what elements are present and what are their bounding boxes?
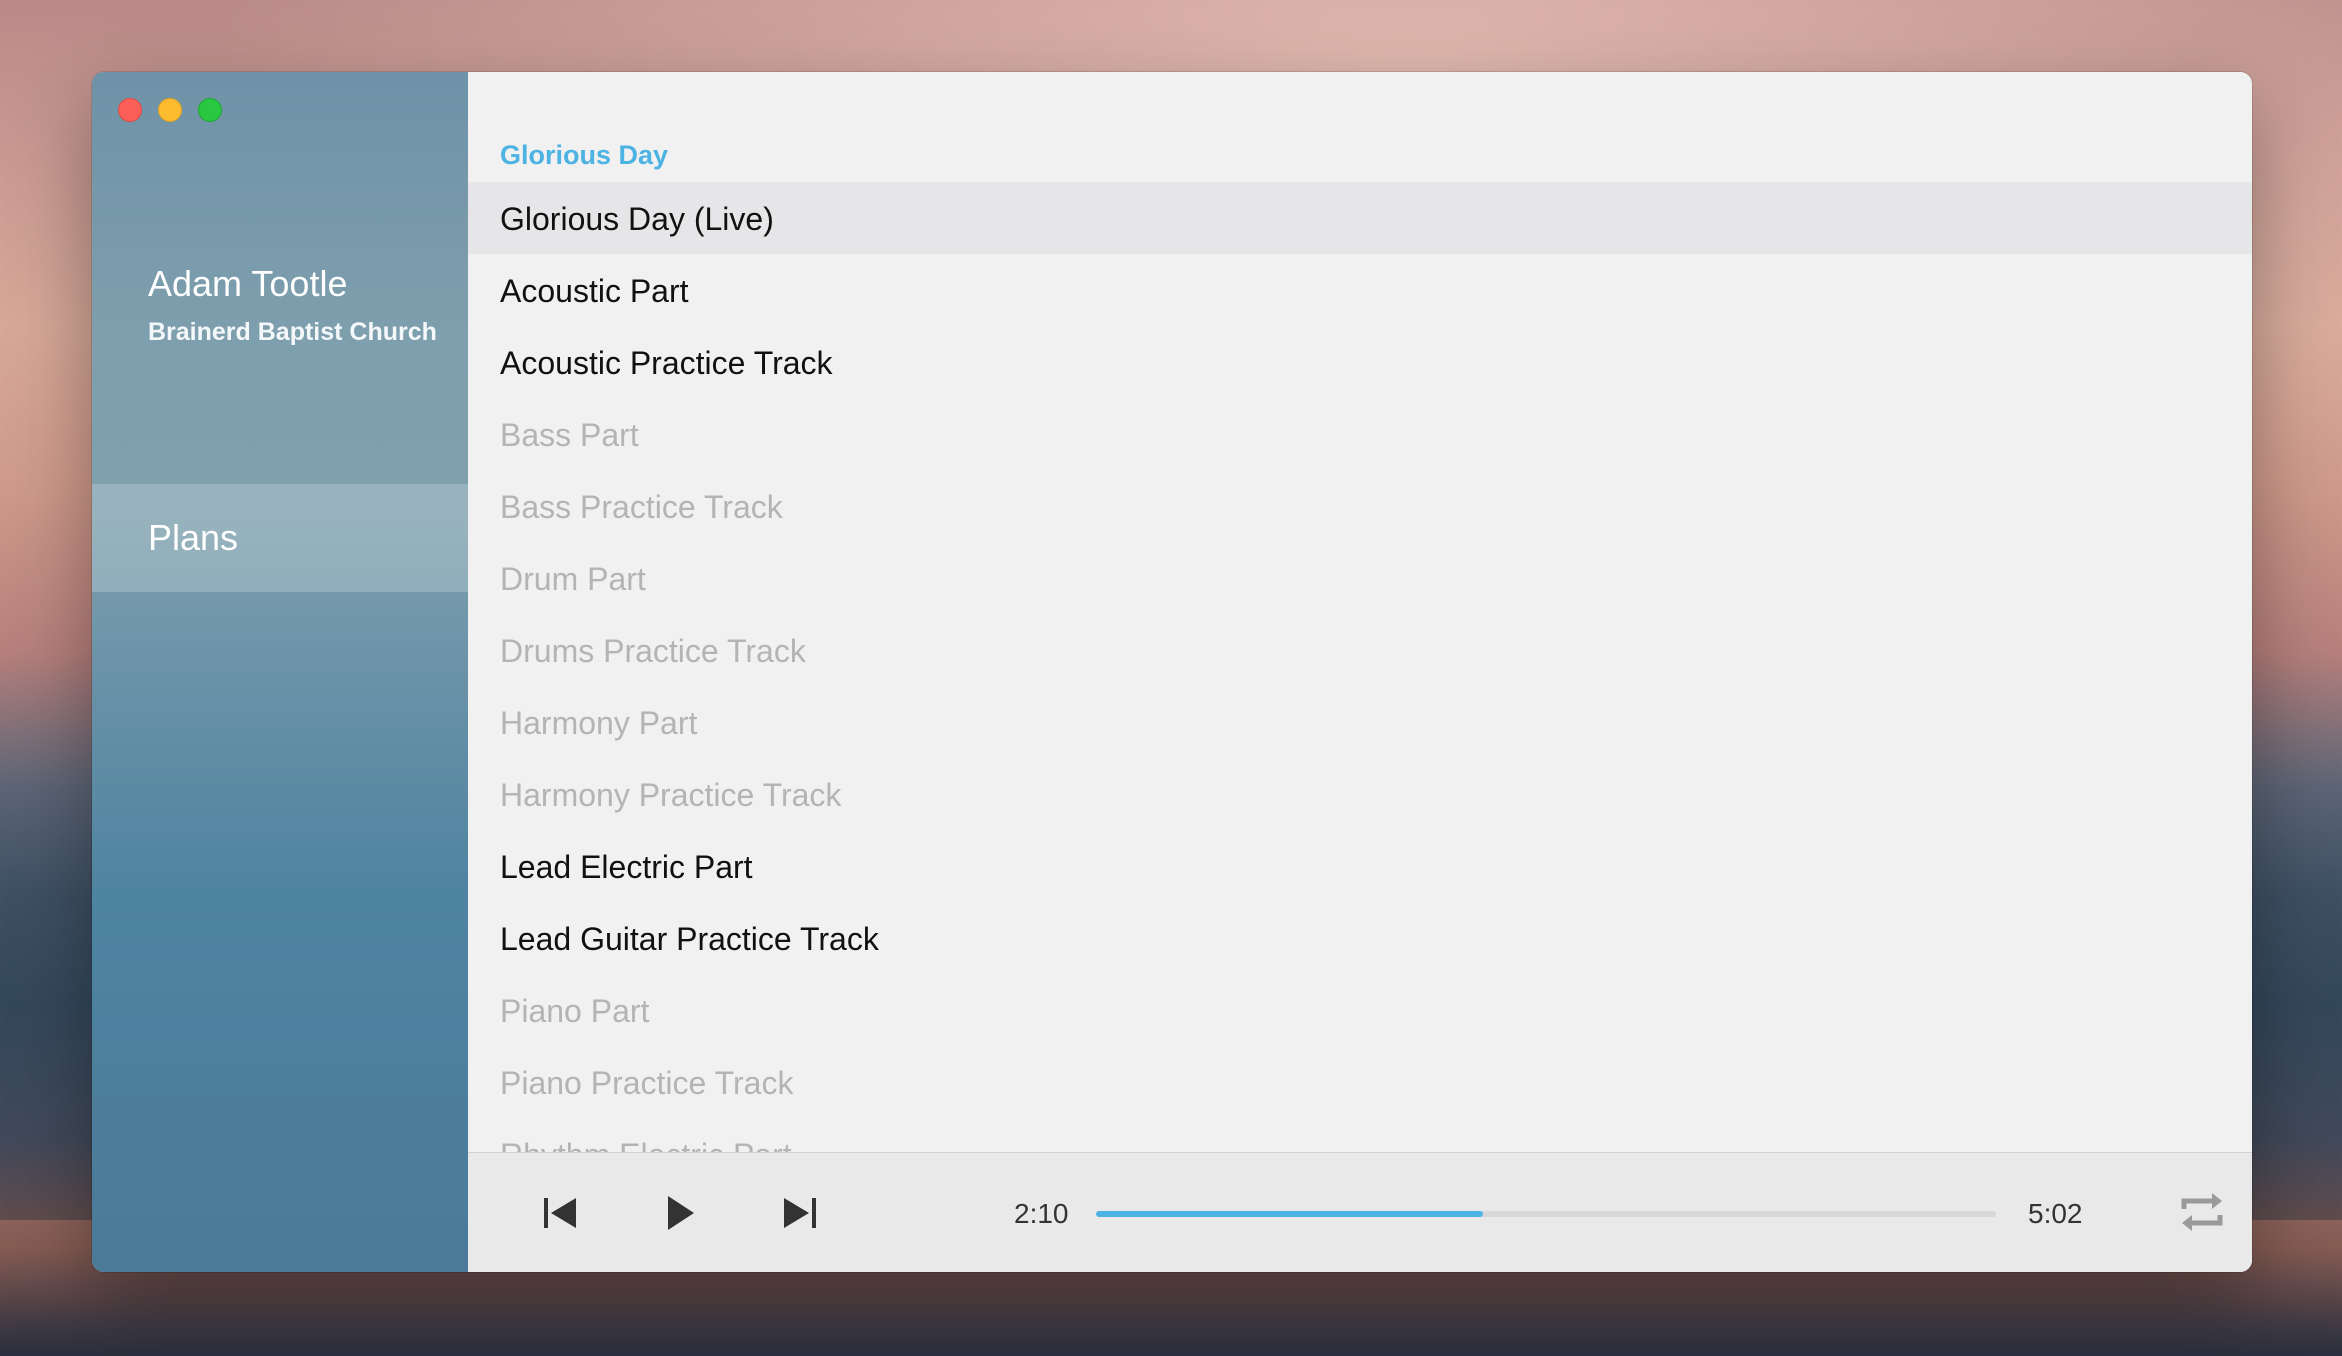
track-label: Piano Part <box>500 993 650 1029</box>
user-name: Adam Tootle <box>148 263 348 304</box>
next-track-button[interactable] <box>778 1191 822 1235</box>
track-row[interactable]: Harmony Part <box>468 686 2252 758</box>
song-title: Glorious Day <box>500 140 669 170</box>
user-organization: Brainerd Baptist Church <box>148 318 437 346</box>
track-label: Lead Guitar Practice Track <box>500 921 879 957</box>
play-button[interactable] <box>658 1191 702 1235</box>
track-label: Acoustic Practice Track <box>500 345 833 381</box>
track-label: Drum Part <box>500 561 646 597</box>
sidebar: Adam Tootle Brainerd Baptist Church Plan… <box>92 72 468 1272</box>
track-label: Bass Part <box>500 417 639 453</box>
track-row[interactable]: Piano Part <box>468 974 2252 1046</box>
total-duration: 5:02 <box>2028 1198 2083 1229</box>
progress-bar[interactable] <box>1096 1211 1996 1217</box>
track-row[interactable]: Bass Part <box>468 398 2252 470</box>
track-label: Drums Practice Track <box>500 633 806 669</box>
track-row[interactable]: Acoustic Part <box>468 254 2252 326</box>
track-row[interactable]: Drums Practice Track <box>468 614 2252 686</box>
previous-track-button[interactable] <box>538 1191 582 1235</box>
track-label: Lead Electric Part <box>500 849 753 885</box>
track-row[interactable]: Glorious Day (Live) <box>468 182 2252 254</box>
track-label: Acoustic Part <box>500 273 689 309</box>
track-row[interactable]: Piano Practice Track <box>468 1046 2252 1118</box>
track-row[interactable]: Drum Part <box>468 542 2252 614</box>
close-window-button[interactable] <box>118 98 142 122</box>
track-row[interactable]: Bass Practice Track <box>468 470 2252 542</box>
progress-fill <box>1096 1211 1483 1217</box>
main-content: Glorious Day Glorious Day (Live) Acousti… <box>468 72 2252 1272</box>
track-label: Glorious Day (Live) <box>500 201 774 237</box>
player-bar: 2:10 5:02 <box>468 1152 2252 1272</box>
elapsed-time: 2:10 <box>1014 1198 1069 1229</box>
track-label: Harmony Part <box>500 705 698 741</box>
track-row[interactable]: Harmony Practice Track <box>468 758 2252 830</box>
repeat-button[interactable] <box>2176 1185 2228 1239</box>
app-window: Adam Tootle Brainerd Baptist Church Plan… <box>92 72 2252 1272</box>
track-row[interactable]: Acoustic Practice Track <box>468 326 2252 398</box>
skip-previous-icon <box>538 1191 582 1235</box>
play-icon <box>658 1191 702 1235</box>
track-label: Harmony Practice Track <box>500 777 842 813</box>
zoom-window-button[interactable] <box>198 98 222 122</box>
sidebar-item-label: Plans <box>148 517 239 558</box>
track-list[interactable]: Glorious Day (Live) Acoustic Part Acoust… <box>468 182 2252 1222</box>
track-row[interactable]: Lead Electric Part <box>468 830 2252 902</box>
track-label: Piano Practice Track <box>500 1065 794 1101</box>
track-label: Bass Practice Track <box>500 489 783 525</box>
sidebar-item-plans[interactable]: Plans <box>92 484 468 592</box>
track-row[interactable]: Lead Guitar Practice Track <box>468 902 2252 974</box>
repeat-icon <box>2176 1185 2228 1239</box>
minimize-window-button[interactable] <box>158 98 182 122</box>
skip-next-icon <box>778 1191 822 1235</box>
